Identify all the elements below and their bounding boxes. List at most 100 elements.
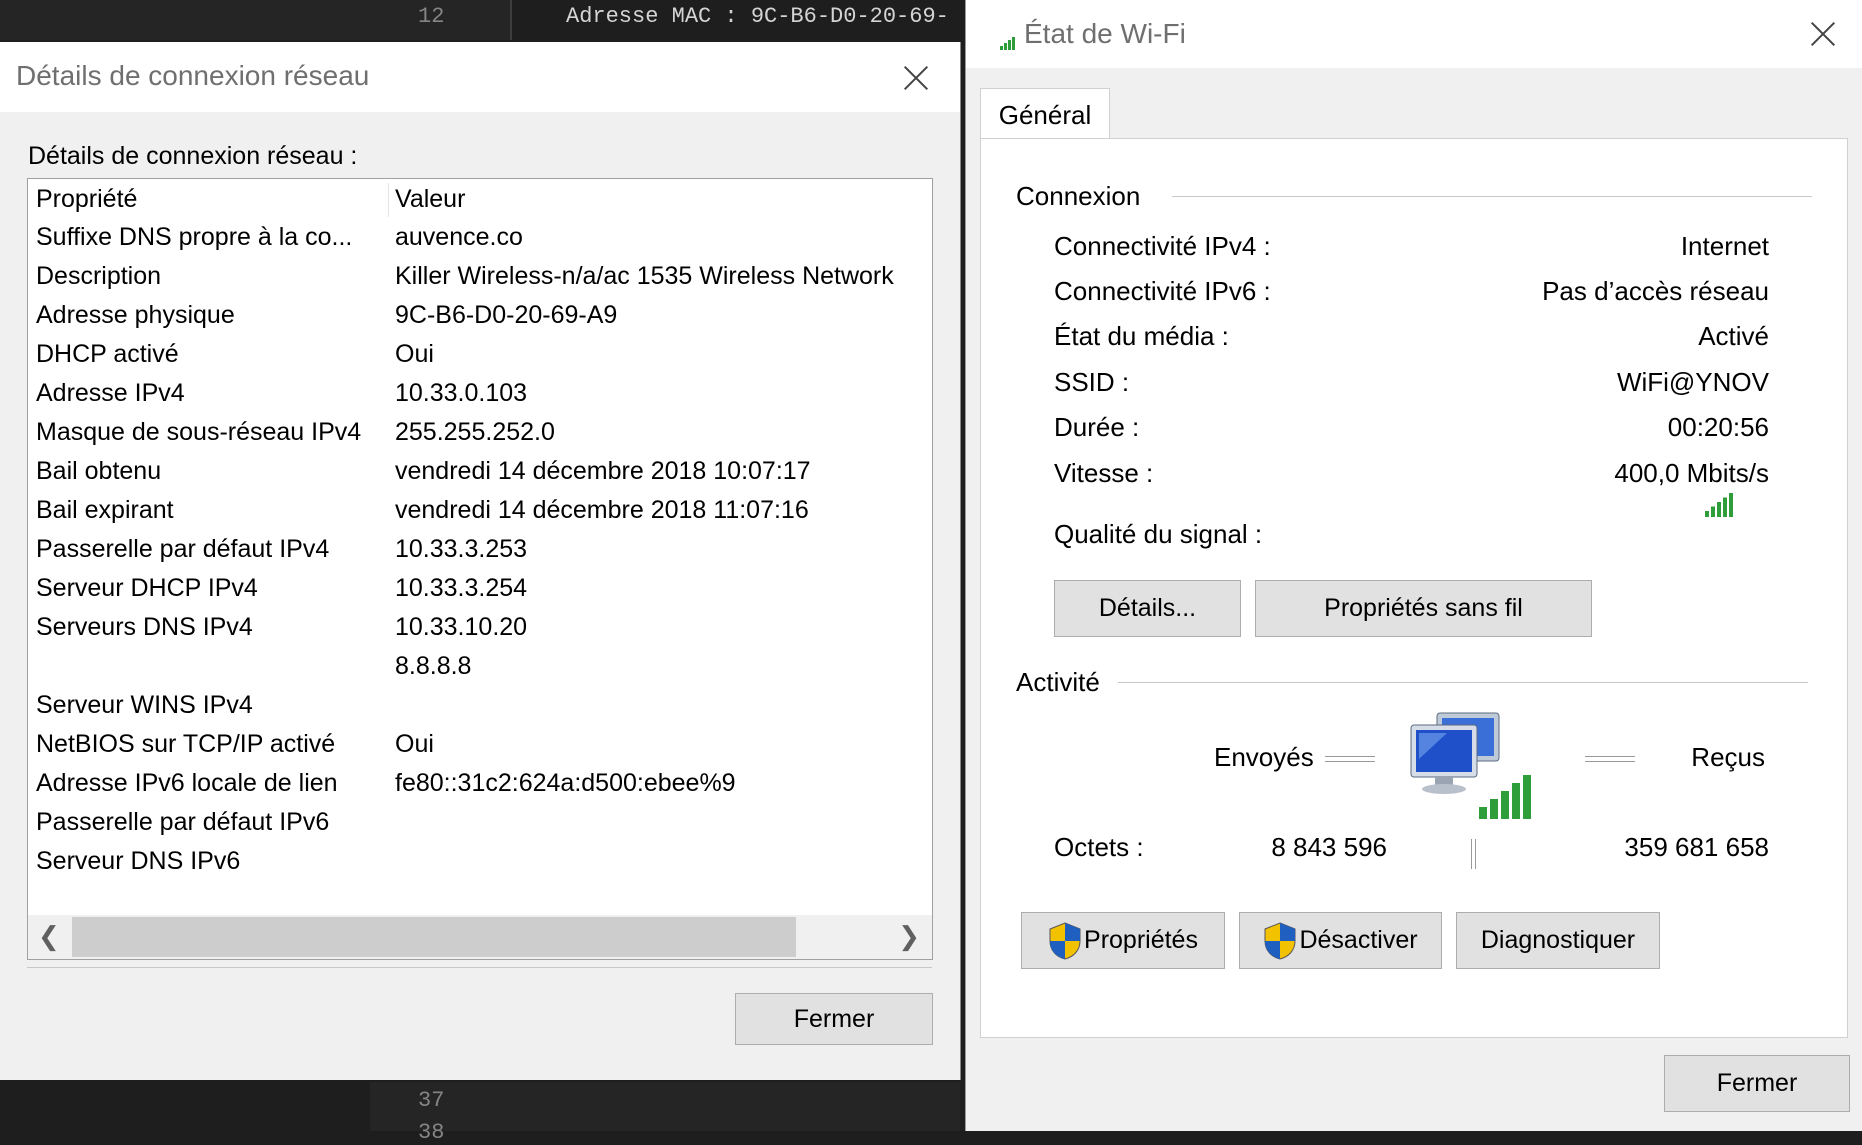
row-value: Killer Wireless-n/a/ac 1535 Wireless Net… <box>395 262 894 290</box>
close-icon[interactable] <box>1808 20 1838 50</box>
dialog-title: Détails de connexion réseau <box>16 60 370 91</box>
editor-gutter-bottom: 37 38 <box>370 1082 960 1145</box>
table-row[interactable]: Masque de sous-réseau IPv4 255.255.252.0 <box>28 414 932 453</box>
ipv4-connectivity-label: Connectivité IPv4 : <box>1054 231 1271 261</box>
activity-signal-icon <box>1479 775 1531 819</box>
received-label: Reçus <box>1691 742 1765 772</box>
bytes-separator <box>1471 839 1476 869</box>
dialog-titlebar: État de Wi-Fi <box>966 0 1862 68</box>
dialog-titlebar: Détails de connexion réseau <box>0 42 960 112</box>
bytes-received-value: 359 681 658 <box>1624 832 1769 862</box>
wifi-signal-icon <box>1000 37 1015 50</box>
row-value: 9C-B6-D0-20-69-A9 <box>395 301 618 329</box>
table-row[interactable]: Description Killer Wireless-n/a/ac 1535 W… <box>28 258 932 297</box>
uac-shield-icon <box>1264 922 1296 960</box>
line-number: 38 <box>418 1120 445 1145</box>
row-value: 10.33.0.103 <box>395 379 528 407</box>
close-icon[interactable] <box>901 64 931 94</box>
media-state-value: Activé <box>1698 321 1769 351</box>
divider <box>27 967 932 968</box>
properties-button-label: Propriétés <box>1084 926 1198 954</box>
signal-bar <box>1705 511 1709 517</box>
received-line <box>1585 756 1635 762</box>
row-value: 255.255.252.0 <box>395 418 555 446</box>
table-row[interactable]: Bail expirant vendredi 14 décembre 2018 1… <box>28 492 932 531</box>
table-row[interactable]: Serveur DNS IPv6 <box>28 843 932 882</box>
row-property: Serveur DHCP IPv4 <box>36 574 258 602</box>
row-property: Serveur DNS IPv6 <box>36 847 241 875</box>
scroll-right-icon[interactable]: ❯ <box>898 921 920 952</box>
row-property: Description <box>36 262 162 290</box>
column-header-property[interactable]: Propriété <box>36 185 137 214</box>
horizontal-scrollbar[interactable]: ❮ ❯ <box>28 915 932 959</box>
row-value: 10.33.3.254 <box>395 574 528 602</box>
diagnose-button[interactable]: Diagnostiquer <box>1456 912 1660 969</box>
uac-shield-icon <box>1049 922 1081 960</box>
table-row[interactable]: 8.8.8.8 <box>28 648 932 687</box>
row-property: Passerelle par défaut IPv6 <box>36 808 330 836</box>
column-header-value[interactable]: Valeur <box>395 185 465 214</box>
line-number: 37 <box>418 1088 445 1113</box>
ipv6-connectivity-value: Pas d’accès réseau <box>1542 276 1769 306</box>
close-button[interactable]: Fermer <box>735 993 933 1045</box>
table-row[interactable]: NetBIOS sur TCP/IP activé Oui <box>28 726 932 765</box>
group-label-connexion: Connexion <box>1016 181 1151 212</box>
general-panel: Connexion Connectivité IPv4 : Internet C… <box>980 138 1848 1038</box>
line-number: 12 <box>418 4 445 29</box>
row-property: DHCP activé <box>36 340 179 368</box>
sent-label: Envoyés <box>1214 742 1314 772</box>
close-button[interactable]: Fermer <box>1664 1055 1850 1112</box>
row-property: Masque de sous-réseau IPv4 <box>36 418 362 446</box>
bytes-label: Octets : <box>1054 832 1144 862</box>
ipv4-connectivity-value: Internet <box>1680 231 1769 261</box>
bytes-sent-value: 8 843 596 <box>1271 832 1387 862</box>
gutter-separator <box>510 0 512 40</box>
table-row[interactable]: Serveur WINS IPv4 <box>28 687 932 726</box>
ssid-value: WiFi@YNOV <box>1616 367 1769 397</box>
table-row[interactable]: Bail obtenu vendredi 14 décembre 2018 10:… <box>28 453 932 492</box>
row-value: vendredi 14 décembre 2018 11:07:16 <box>395 496 809 524</box>
group-line <box>1118 682 1808 683</box>
row-value: 8.8.8.8 <box>395 652 472 680</box>
row-property: Bail expirant <box>36 496 174 524</box>
tab-general[interactable]: Général <box>980 88 1110 141</box>
table-row[interactable]: Passerelle par défaut IPv4 10.33.3.253 <box>28 531 932 570</box>
signal-quality-icon <box>1705 493 1733 517</box>
dialog-title: État de Wi-Fi <box>1024 18 1186 49</box>
disable-button[interactable]: Désactiver <box>1239 912 1442 969</box>
signal-bar <box>1729 493 1733 517</box>
table-row[interactable]: Serveurs DNS IPv4 10.33.10.20 <box>28 609 932 648</box>
column-separator[interactable] <box>388 183 389 217</box>
ipv6-connectivity-label: Connectivité IPv6 : <box>1054 276 1271 306</box>
row-property: Bail obtenu <box>36 457 162 485</box>
row-property: NetBIOS sur TCP/IP activé <box>36 730 336 758</box>
row-value: vendredi 14 décembre 2018 10:07:17 <box>395 457 811 485</box>
details-button[interactable]: Détails... <box>1054 580 1241 637</box>
details-list[interactable]: Propriété Valeur Suffixe DNS propre à la… <box>27 178 933 960</box>
table-row[interactable]: Adresse IPv6 locale de lien fe80::31c2:62… <box>28 765 932 804</box>
row-value: Oui <box>395 340 434 368</box>
disable-button-label: Désactiver <box>1299 926 1418 954</box>
table-row[interactable]: Adresse IPv4 10.33.0.103 <box>28 375 932 414</box>
code-line: Adresse MAC : 9C-B6-D0-20-69- <box>566 4 949 29</box>
table-row[interactable]: Serveur DHCP IPv4 10.33.3.254 <box>28 570 932 609</box>
table-row[interactable]: DHCP activé Oui <box>28 336 932 375</box>
row-property: Adresse physique <box>36 301 235 329</box>
row-property: Serveur WINS IPv4 <box>36 691 253 719</box>
group-line <box>1172 196 1812 197</box>
media-state-label: État du média : <box>1054 321 1229 351</box>
details-heading: Détails de connexion réseau : <box>28 142 358 170</box>
duration-value: 00:20:56 <box>1667 412 1769 442</box>
properties-button[interactable]: Propriétés <box>1021 912 1225 969</box>
wireless-properties-button[interactable]: Propriétés sans fil <box>1255 580 1592 637</box>
table-row[interactable]: Passerelle par défaut IPv6 <box>28 804 932 843</box>
row-value: 10.33.3.253 <box>395 535 528 563</box>
row-value: fe80::31c2:624a:d500:ebee%9 <box>395 769 736 797</box>
table-row[interactable]: Suffixe DNS propre à la co... auvence.co <box>28 219 932 258</box>
row-property: Adresse IPv4 <box>36 379 185 407</box>
signal-bar <box>1723 497 1727 517</box>
table-row[interactable]: Adresse physique 9C-B6-D0-20-69-A9 <box>28 297 932 336</box>
scroll-left-icon[interactable]: ❮ <box>38 921 60 952</box>
sent-line <box>1325 756 1375 762</box>
scrollbar-thumb[interactable] <box>72 917 796 957</box>
